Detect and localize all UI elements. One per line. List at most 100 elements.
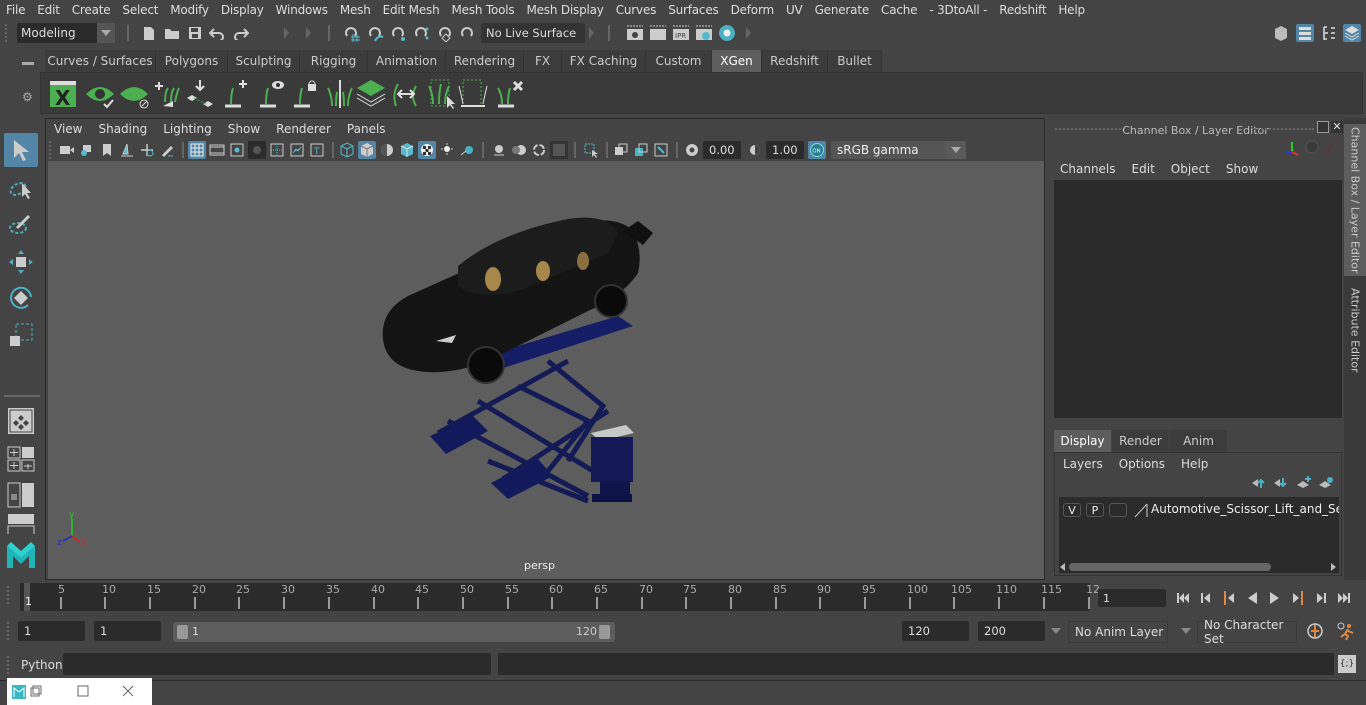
character-set-dropdown[interactable]: No Character Set bbox=[1197, 618, 1297, 646]
lasso-tool-icon[interactable] bbox=[4, 171, 38, 205]
safe-title-icon[interactable]: T bbox=[308, 141, 326, 159]
range-start-handle[interactable] bbox=[177, 625, 188, 639]
menu-generate[interactable]: Generate bbox=[809, 3, 875, 17]
collapse-arrow-icon[interactable] bbox=[306, 27, 311, 39]
place-guide-icon[interactable] bbox=[184, 78, 216, 110]
step-back-icon[interactable] bbox=[1197, 590, 1215, 606]
snap-to-view-plane-icon[interactable] bbox=[413, 24, 431, 42]
modeling-toolkit-icon[interactable] bbox=[1272, 24, 1290, 42]
exposure-icon[interactable] bbox=[683, 141, 701, 159]
animation-end-field[interactable]: 200 bbox=[978, 621, 1045, 641]
scroll-left-icon[interactable] bbox=[1060, 563, 1065, 571]
range-end-handle[interactable] bbox=[599, 625, 610, 639]
panel-menu-renderer[interactable]: Renderer bbox=[268, 122, 339, 136]
motion-blur-icon[interactable] bbox=[510, 141, 528, 159]
menu-mesh[interactable]: Mesh bbox=[334, 3, 377, 17]
menu-mesh-display[interactable]: Mesh Display bbox=[520, 3, 609, 17]
menu-edit[interactable]: Edit bbox=[31, 3, 65, 17]
side-tab-attribute-editor[interactable]: Attribute Editor bbox=[1344, 280, 1366, 380]
panel-grip[interactable] bbox=[1254, 128, 1314, 130]
menu-help[interactable]: Help bbox=[1052, 3, 1091, 17]
command-line-grip[interactable] bbox=[7, 656, 11, 674]
toggle-guide-visibility-icon[interactable] bbox=[256, 78, 288, 110]
film-gate-icon[interactable] bbox=[208, 141, 226, 159]
channel-box-menu-channels[interactable]: Channels bbox=[1052, 162, 1124, 176]
shelf-tab-sculpting[interactable]: Sculpting bbox=[228, 50, 300, 72]
grease-pencil-icon[interactable] bbox=[158, 141, 176, 159]
toolbar-grip[interactable] bbox=[49, 141, 53, 159]
xray-active-components-icon[interactable] bbox=[632, 141, 650, 159]
render-view-icon[interactable] bbox=[626, 24, 644, 42]
screen-space-ao-icon[interactable] bbox=[490, 141, 508, 159]
scroll-right-icon[interactable] bbox=[1331, 563, 1336, 571]
gear-icon[interactable]: ⚙ bbox=[22, 91, 34, 103]
make-live-icon[interactable] bbox=[437, 24, 455, 42]
layer-name[interactable]: Automotive_Scissor_Lift_and_Sedan_0 bbox=[1151, 502, 1339, 516]
layer-tab-render[interactable]: Render bbox=[1112, 430, 1169, 452]
panel-menu-show[interactable]: Show bbox=[220, 122, 268, 136]
render-settings-icon[interactable] bbox=[695, 24, 713, 42]
auto-key-icon[interactable] bbox=[1306, 622, 1324, 640]
collapse-arrow-icon[interactable] bbox=[746, 27, 751, 39]
live-surface-field[interactable]: No Live Surface bbox=[481, 23, 585, 43]
layer-tab-display[interactable]: Display bbox=[1054, 430, 1111, 452]
layer-list-scrollbar[interactable] bbox=[1059, 561, 1339, 573]
safe-action-icon[interactable] bbox=[288, 141, 306, 159]
shelf-tab-redshift[interactable]: Redshift bbox=[762, 50, 828, 72]
select-tool-icon[interactable] bbox=[4, 133, 38, 167]
menu-windows[interactable]: Windows bbox=[270, 3, 334, 17]
menu-redshift[interactable]: Redshift bbox=[993, 3, 1052, 17]
xray-icon[interactable] bbox=[612, 141, 630, 159]
chevron-down-icon[interactable] bbox=[1051, 628, 1061, 634]
collapse-arrow-icon[interactable] bbox=[589, 27, 594, 39]
single-perspective-view-icon[interactable] bbox=[4, 404, 38, 438]
camera-attributes-icon[interactable] bbox=[78, 141, 96, 159]
shelf-tab-custom[interactable]: Custom bbox=[646, 50, 712, 72]
ipr-render-icon[interactable]: IPR bbox=[672, 24, 690, 42]
layer-playback-toggle[interactable]: P bbox=[1086, 503, 1104, 517]
menu-create[interactable]: Create bbox=[66, 3, 117, 17]
status-line-grip[interactable] bbox=[5, 24, 9, 42]
isolate-select-icon[interactable] bbox=[582, 141, 600, 159]
menu-modify[interactable]: Modify bbox=[164, 3, 215, 17]
bookmark-icon[interactable] bbox=[98, 141, 116, 159]
gamma-icon[interactable] bbox=[746, 141, 764, 159]
delete-guides-icon[interactable] bbox=[494, 78, 526, 110]
xray-joints-icon[interactable] bbox=[652, 141, 670, 159]
scale-tool-icon[interactable] bbox=[4, 318, 38, 352]
xgen-library-icon[interactable]: X bbox=[48, 78, 80, 110]
shelf-tab-rigging[interactable]: Rigging bbox=[300, 50, 368, 72]
textured-icon[interactable] bbox=[418, 141, 436, 159]
time-slider[interactable]: 1 5 10 15 20 25 30 35 40 45 50 55 60 65 70 75 80 85 90 95 1… bbox=[20, 583, 1100, 611]
panel-menu-view[interactable]: View bbox=[46, 122, 90, 136]
playback-end-field[interactable]: 120 bbox=[902, 621, 969, 641]
menu-display[interactable]: Display bbox=[215, 3, 270, 17]
shelf-tab-fx-caching[interactable]: FX Caching bbox=[562, 50, 646, 72]
layer-color-swatch-icon[interactable] bbox=[1133, 502, 1149, 518]
layer-visibility-toggle[interactable]: V bbox=[1063, 503, 1081, 517]
menu-uv[interactable]: UV bbox=[780, 3, 809, 17]
attribute-editor-icon[interactable] bbox=[1296, 24, 1314, 42]
viewport-3d-scene[interactable]: y x z persp bbox=[48, 161, 1044, 579]
shelf-tab-rendering[interactable]: Rendering bbox=[446, 50, 524, 72]
undo-icon[interactable] bbox=[208, 24, 226, 42]
playback-start-field[interactable]: 1 bbox=[94, 621, 161, 641]
step-forward-key-icon[interactable] bbox=[1289, 590, 1307, 606]
four-view-layout-icon[interactable] bbox=[4, 442, 38, 476]
sculpt-guides-icon[interactable] bbox=[355, 78, 387, 110]
guide-region-icon[interactable] bbox=[457, 78, 489, 110]
animation-preferences-icon[interactable] bbox=[1336, 621, 1356, 641]
menu-file[interactable]: File bbox=[0, 3, 31, 17]
smooth-shade-icon[interactable] bbox=[358, 141, 376, 159]
restore-icon[interactable] bbox=[30, 685, 42, 697]
layer-menu-layers[interactable]: Layers bbox=[1055, 457, 1111, 471]
hypershade-icon[interactable] bbox=[718, 24, 736, 42]
channel-box-menu-show[interactable]: Show bbox=[1218, 162, 1266, 176]
go-to-start-icon[interactable] bbox=[1174, 590, 1192, 606]
move-tool-icon[interactable] bbox=[4, 245, 38, 279]
paint-select-tool-icon[interactable] bbox=[4, 207, 38, 241]
open-scene-icon[interactable] bbox=[163, 24, 181, 42]
render-frame-icon[interactable] bbox=[649, 24, 667, 42]
chevron-down-icon[interactable] bbox=[1181, 628, 1191, 634]
anti-aliasing-icon[interactable] bbox=[530, 141, 548, 159]
